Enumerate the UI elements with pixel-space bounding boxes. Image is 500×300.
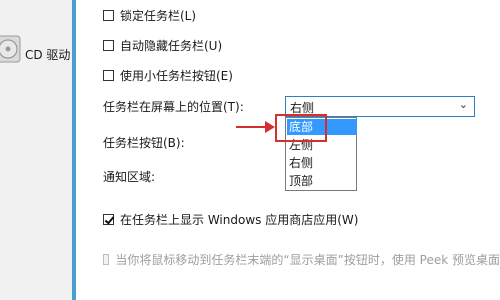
cd-drive-icon: [0, 35, 21, 63]
small-buttons-label: 使用小任务栏按钮(E): [120, 68, 233, 83]
lock-taskbar-label: 锁定任务栏(L): [120, 8, 197, 23]
autohide-taskbar-checkbox[interactable]: [103, 39, 114, 51]
store-apps-option[interactable]: 在任务栏上显示 Windows 应用商店应用(W): [103, 210, 358, 228]
autohide-taskbar-option[interactable]: 自动隐藏任务栏(U): [103, 36, 222, 54]
position-option-right[interactable]: 右侧: [287, 155, 357, 171]
position-option-top[interactable]: 顶部: [287, 173, 357, 189]
store-apps-label: 在任务栏上显示 Windows 应用商店应用(W): [120, 212, 359, 227]
annotation-arrow-icon: [236, 121, 275, 133]
cd-drive-item[interactable]: CD 驱动: [0, 30, 80, 70]
notification-area-label: 通知区域:: [103, 170, 156, 184]
store-apps-checkbox[interactable]: [103, 213, 114, 225]
peek-option[interactable]: 当你将鼠标移动到任务栏末端的“显示桌面”按钮时，使用 Peek 预览桌面: [103, 250, 500, 268]
navigation-pane: CD 驱动: [0, 0, 72, 300]
taskbar-buttons-label: 任务栏按钮(B):: [103, 136, 185, 150]
small-buttons-option[interactable]: 使用小任务栏按钮(E): [103, 66, 233, 84]
taskbar-position-label: 任务栏在屏幕上的位置(T):: [103, 100, 244, 114]
autohide-taskbar-label: 自动隐藏任务栏(U): [120, 38, 223, 53]
annotation-highlight-box: [275, 114, 327, 142]
cd-drive-label: CD 驱动: [25, 48, 71, 62]
lock-taskbar-checkbox[interactable]: [103, 9, 114, 21]
chevron-down-icon[interactable]: ⌄: [459, 98, 468, 111]
peek-checkbox[interactable]: [103, 253, 110, 265]
window-frame-border: [72, 0, 76, 300]
lock-taskbar-option[interactable]: 锁定任务栏(L): [103, 6, 196, 24]
small-buttons-checkbox[interactable]: [103, 69, 114, 81]
peek-label: 当你将鼠标移动到任务栏末端的“显示桌面”按钮时，使用 Peek 预览桌面: [115, 252, 500, 267]
